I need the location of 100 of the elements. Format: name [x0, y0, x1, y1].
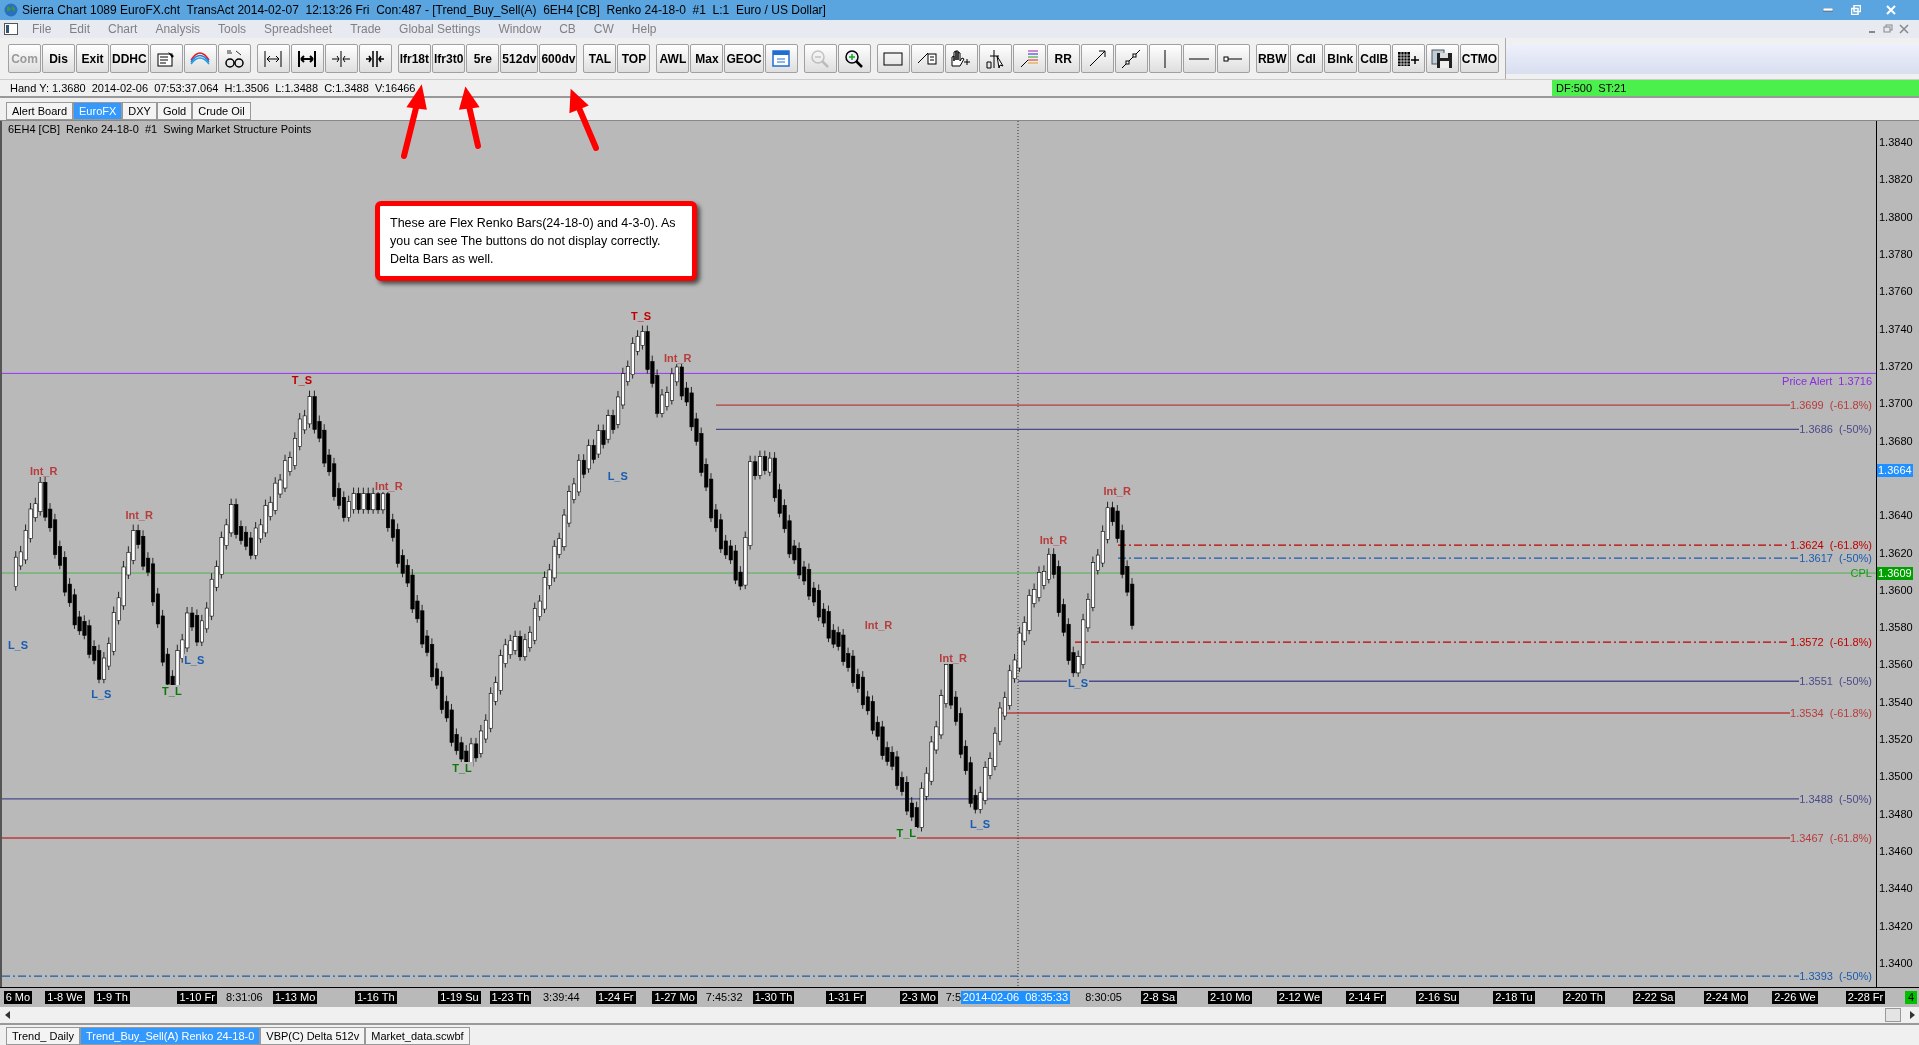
time-axis-label: 1-9 Th — [94, 991, 130, 1004]
toolbar-button[interactable]: GEOC — [724, 44, 764, 73]
toolbar-button[interactable] — [290, 44, 324, 73]
price-level-label: 1.3624 (-61.8%) — [1790, 539, 1872, 552]
toolbar-button[interactable]: CdlB — [1357, 44, 1391, 73]
swing-point-label: Int_R — [938, 652, 968, 665]
right-arrow-icon — [1909, 1011, 1915, 1019]
swing-point-label: T_S — [629, 309, 653, 322]
swing-point-label: Int_R — [1038, 533, 1069, 546]
time-axis-label: 2-10 Mo — [1208, 991, 1253, 1004]
minimize-icon — [1823, 8, 1833, 12]
toolbar-button[interactable]: Blnk — [1323, 44, 1357, 73]
tab[interactable]: Market_data.scwbf — [365, 1027, 470, 1045]
price-axis-label: 1.3780 — [1879, 247, 1913, 260]
price-axis-label: 1.3840 — [1879, 136, 1913, 148]
toolbar-button[interactable]: AWL — [656, 44, 690, 73]
tab[interactable]: Crude Oil — [192, 102, 251, 120]
toolbar-button[interactable]: 5re — [466, 44, 500, 73]
tab[interactable]: VBP(C) Delta 512v — [260, 1027, 366, 1045]
price-axis-label: 1.3600 — [1879, 583, 1913, 596]
swing-point-label: T_L — [895, 827, 918, 840]
toolbar-button[interactable] — [1425, 44, 1459, 73]
time-axis-label: 3:39:44 — [542, 991, 581, 1004]
toolbar-button[interactable] — [217, 44, 251, 73]
cursor-info-text: Hand Y: 1.3680 2014-02-06 07:53:37.064 H:1.3506 L:1.3488 C:1.3488 V:16466 — [9, 80, 417, 96]
swing-point-label: L_S — [1066, 676, 1090, 689]
cursor-icon — [986, 48, 1005, 69]
price-level-label: 1.3467 (-61.8%) — [1790, 832, 1872, 844]
toolbar-button[interactable] — [944, 44, 978, 73]
price-axis-label: 1.3400 — [1879, 957, 1913, 970]
price-axis-label: 1.3480 — [1879, 807, 1913, 820]
toolbar-button[interactable]: TOP — [617, 44, 651, 73]
price-axis-label: 1.3720 — [1879, 359, 1913, 372]
tab[interactable]: Gold — [156, 102, 193, 120]
swing-point-label: T_L — [451, 762, 473, 775]
time-axis-label: 1-27 Mo — [652, 991, 697, 1004]
tab[interactable]: Trend_ Daily — [6, 1027, 80, 1045]
cpl-label: CPL — [1850, 567, 1872, 580]
time-axis-label: 6 Mo — [3, 991, 33, 1004]
swing-point-label: T_S — [290, 374, 314, 387]
time-axis-label: 2-20 Th — [1563, 991, 1605, 1004]
toolbar-button[interactable]: DDHC — [110, 44, 149, 73]
wave-lines-icon — [190, 52, 211, 65]
time-axis-label: 7:45:32 — [704, 991, 744, 1004]
close-icon — [1886, 5, 1896, 15]
swing-point-label: Int_R — [863, 619, 894, 632]
time-axis-label: 2-28 Fr — [1845, 991, 1886, 1004]
time-axis-label: 2-16 Su — [1416, 991, 1459, 1004]
time-axis-label: 2-14 Fr — [1346, 991, 1386, 1004]
toolbar-button[interactable]: RR — [1046, 44, 1080, 73]
price-axis-label: 1.3700 — [1879, 397, 1913, 410]
last-price-tag: 1.3664 — [1877, 464, 1913, 478]
swing-point-label: Int_R — [124, 509, 154, 522]
toolbar-button[interactable]: Max — [690, 44, 724, 73]
toolbar-button[interactable]: TAL — [583, 44, 617, 73]
toolbar-button[interactable] — [358, 44, 392, 73]
arrow-icon — [1088, 50, 1106, 67]
line-calculator-icon — [917, 52, 938, 65]
compress-bars-icon — [365, 49, 386, 68]
toolbar-button[interactable] — [1391, 44, 1425, 73]
toolbar-button[interactable]: 512dv — [500, 44, 539, 73]
time-axis-label: 1-24 Fr — [596, 991, 636, 1004]
price-level-label: 1.3699 (-61.8%) — [1790, 399, 1872, 412]
toolbar-button[interactable] — [837, 44, 871, 73]
price-level-label: 1.3572 (-61.8%) — [1790, 636, 1872, 649]
toolbar-button[interactable]: Dis — [42, 44, 75, 73]
toolbar-button[interactable]: lfr18t — [397, 44, 431, 73]
toolbar-button[interactable]: lfr3t0 — [432, 44, 466, 73]
toolbar-button[interactable]: Exit — [76, 44, 109, 73]
time-axis-label: 2-3 Mo — [899, 991, 938, 1004]
swing-point-label: Int_R — [28, 465, 59, 477]
time-axis-label: 2014-02-06 08:35:33 — [960, 991, 1071, 1004]
time-axis-label: 2-22 Sa — [1632, 991, 1676, 1004]
cpl-price-tag: 1.3609 — [1877, 567, 1913, 581]
scroll-thumb[interactable] — [1885, 1008, 1901, 1022]
toolbar-button[interactable]: CTMO — [1459, 44, 1500, 73]
price-level-label: 1.3551 (-50%) — [1799, 675, 1872, 688]
mdi-close-icon[interactable] — [1897, 23, 1911, 35]
time-axis-label: 1-30 Th — [752, 991, 795, 1004]
left-arrow-icon — [4, 1011, 10, 1019]
status-indicator: DF:500 ST:21 — [1552, 80, 1919, 96]
toolbar-button[interactable]: Cdl — [1289, 44, 1323, 73]
time-axis-label: 1-16 Th — [354, 991, 397, 1004]
arrow-drawing — [458, 86, 481, 149]
form-icon — [157, 50, 176, 67]
swing-point-label: T_L — [161, 685, 183, 698]
toolbar-button[interactable]: RBW — [1255, 44, 1289, 73]
tab[interactable]: DXY — [122, 102, 157, 120]
swing-point-label: L_S — [606, 469, 629, 482]
toolbar-button[interactable]: 600dv — [539, 44, 578, 73]
expand-bold-icon — [298, 49, 317, 68]
app-menu-icon[interactable] — [4, 23, 18, 35]
swing-point-label: L_S — [183, 653, 206, 666]
price-level-label: 1.3617 (-50%) — [1799, 552, 1872, 565]
tab[interactable]: Alert Board — [6, 102, 74, 120]
price-axis-label: 1.3800 — [1879, 210, 1913, 223]
time-axis-label: 8:30:05 — [1084, 991, 1123, 1004]
price-axis-label: 1.3540 — [1879, 695, 1913, 708]
price-axis-label: 1.3620 — [1879, 546, 1913, 559]
toolbar-button[interactable] — [978, 44, 1012, 73]
